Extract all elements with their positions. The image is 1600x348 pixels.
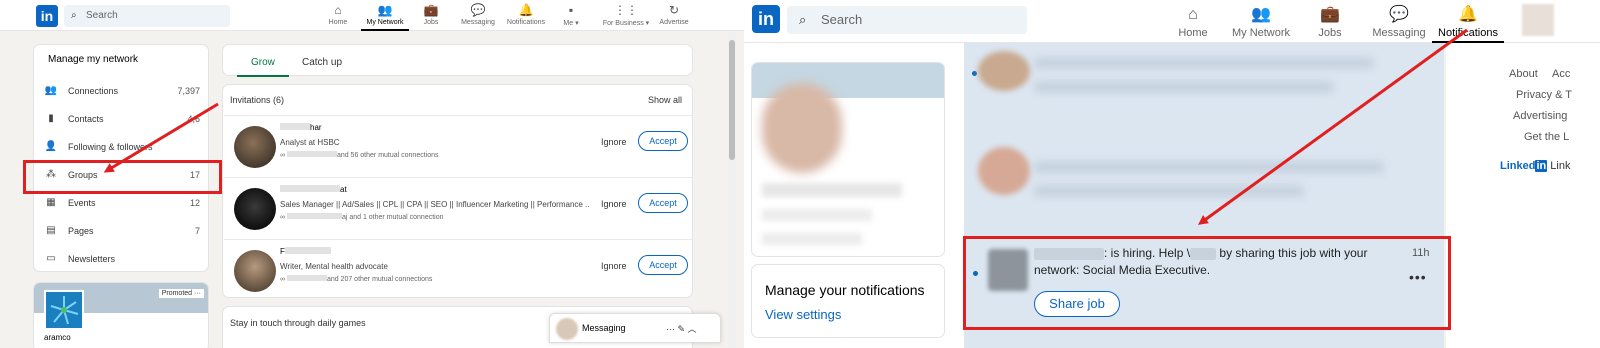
annotation-arrows — [103, 28, 1468, 225]
annotation-arrow-left — [103, 102, 219, 173]
annotation-arrow-right — [1197, 28, 1468, 225]
